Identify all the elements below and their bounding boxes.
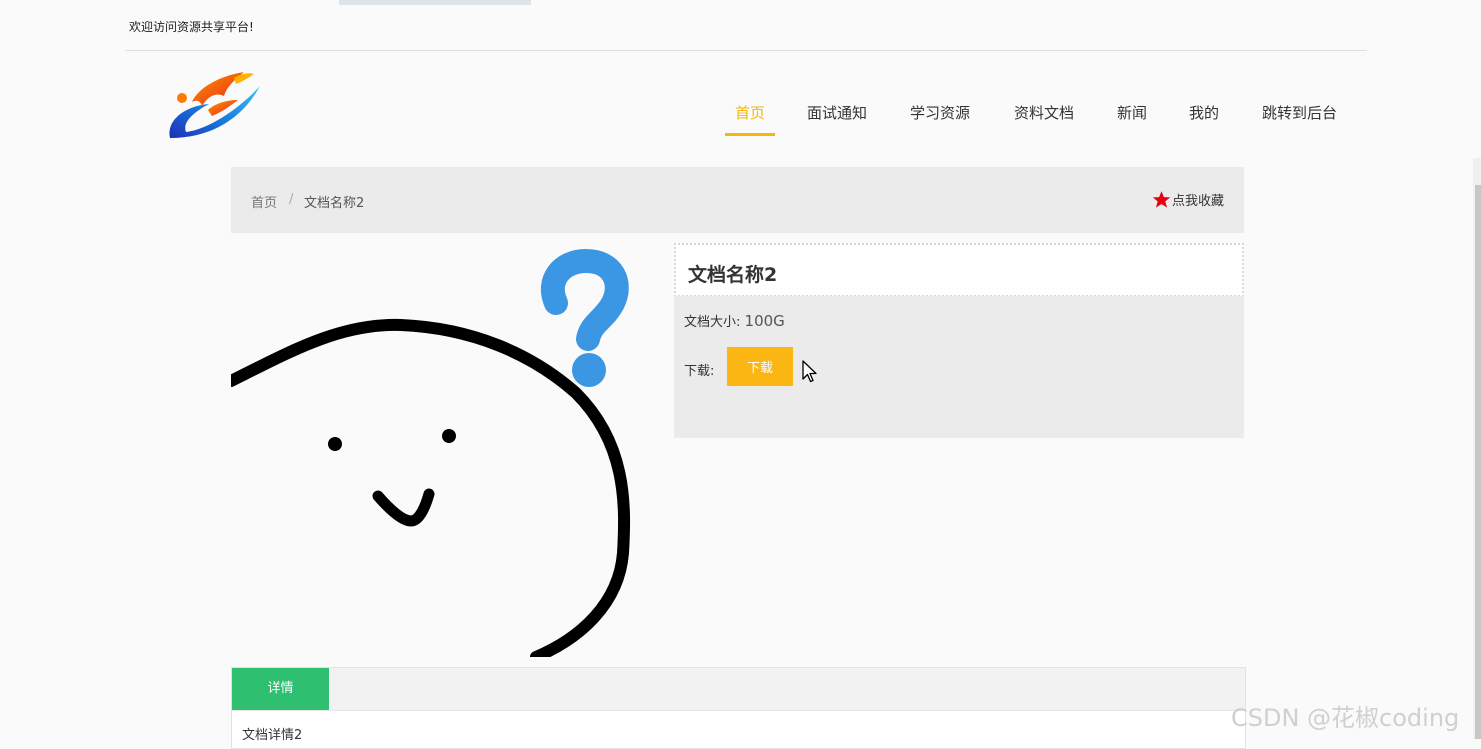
mouse-cursor-icon: [802, 360, 818, 388]
size-value: 100G: [744, 312, 785, 330]
breadcrumb-current: 文档名称2: [304, 196, 365, 211]
nav-item-admin[interactable]: 跳转到后台: [1262, 100, 1337, 133]
detail-tab-bar: 详情: [232, 668, 1245, 711]
detail-content: 文档详情2: [242, 728, 303, 743]
breadcrumb: 首页 / 文档名称2 点我收藏: [231, 167, 1244, 233]
favorite-label: 点我收藏: [1171, 194, 1224, 209]
nav-item-home[interactable]: 首页: [725, 100, 776, 136]
watermark: CSDN @花椒coding: [1231, 704, 1460, 732]
nav-item-mine[interactable]: 我的: [1189, 100, 1219, 133]
nav-item-documents[interactable]: 资料文档: [1014, 100, 1074, 133]
nav-item-news[interactable]: 新闻: [1117, 100, 1147, 133]
browser-tab-strip: [339, 0, 531, 5]
document-title-box: 文档名称2: [674, 243, 1244, 297]
document-title: 文档名称2: [688, 264, 778, 286]
tab-detail[interactable]: 详情: [232, 668, 329, 710]
download-button[interactable]: 下载: [727, 347, 793, 386]
welcome-text: 欢迎访问资源共享平台!: [129, 20, 254, 34]
detail-panel: 详情 文档详情2: [231, 667, 1246, 749]
breadcrumb-separator: /: [289, 192, 294, 207]
star-icon: [1152, 191, 1171, 208]
document-size-row: 文档大小: 100G: [684, 311, 785, 330]
nav-item-interview-notice[interactable]: 面试通知: [807, 100, 867, 133]
size-label: 文档大小:: [684, 315, 741, 330]
breadcrumb-home[interactable]: 首页: [251, 192, 277, 211]
document-cover-image: [231, 243, 661, 657]
document-info-panel: 文档大小: 100G 下载: 下载: [674, 296, 1244, 438]
scrollbar-thumb[interactable]: [1475, 185, 1481, 739]
favorite-button[interactable]: 点我收藏: [1152, 190, 1224, 209]
download-label: 下载:: [684, 364, 715, 379]
header-divider: [125, 50, 1367, 51]
nav-item-learning-resources[interactable]: 学习资源: [910, 100, 970, 133]
main-nav: 首页 面试通知 学习资源 资料文档 新闻 我的 跳转到后台: [0, 100, 1481, 136]
